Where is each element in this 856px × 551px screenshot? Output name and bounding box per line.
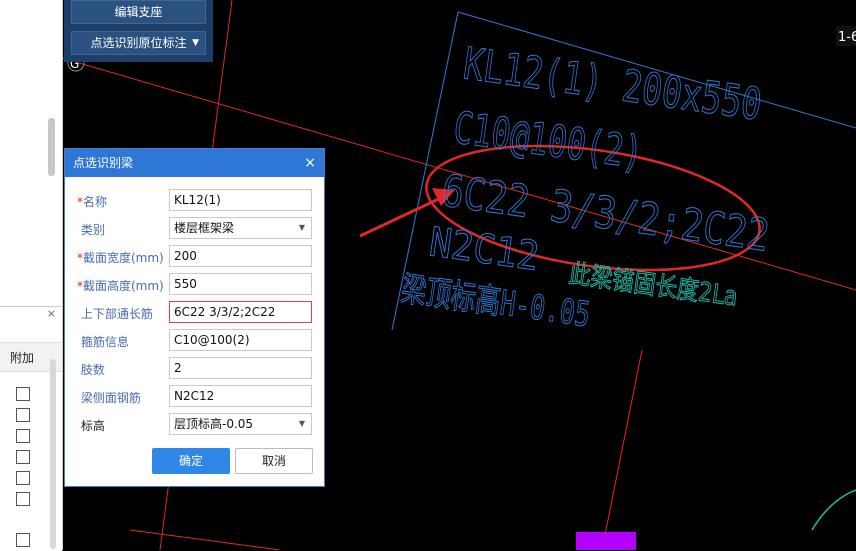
extra-checkbox[interactable] xyxy=(16,387,30,401)
pick-recognize-annotation-button[interactable]: 点选识别原位标注 ▼ xyxy=(71,31,206,55)
field-row-stirrup: 箍筋信息 C10@100(2) xyxy=(65,329,326,353)
dropdown-arrow-icon: ▼ xyxy=(298,419,305,428)
properties-panel: × 附加 xyxy=(0,306,62,551)
cad-label-side-rebar: N2C12 xyxy=(427,219,542,280)
field-label: *截面宽度(mm) xyxy=(77,251,164,265)
field-label: 标高 xyxy=(80,419,105,433)
cad-note-anchor: 此梁锚固长度2La xyxy=(567,259,740,312)
field-label: 梁侧面钢筋 xyxy=(80,391,141,405)
properties-panel-scrollbar[interactable] xyxy=(50,359,56,549)
field-row-height: *截面高度(mm) 550 xyxy=(65,273,326,297)
through-rebar-input[interactable]: 6C22 3/3/2;2C22 xyxy=(169,301,312,323)
field-label: 类别 xyxy=(80,223,105,237)
extra-checkbox[interactable] xyxy=(16,533,30,547)
field-label: *截面高度(mm) xyxy=(77,279,164,293)
grid-axis-right-label: 1-6 xyxy=(838,30,856,45)
field-row-name: *名称 KL12(1) xyxy=(65,189,326,213)
name-input[interactable]: KL12(1) xyxy=(169,189,312,211)
properties-panel-close-icon[interactable]: × xyxy=(47,307,56,320)
field-row-side-rebar: 梁侧面钢筋 N2C12 xyxy=(65,385,326,409)
teal-curve xyxy=(811,489,856,531)
extra-checkbox[interactable] xyxy=(16,429,30,443)
left-panel-scrollbar[interactable] xyxy=(48,118,55,176)
dialog-title: 点选识别梁 xyxy=(73,156,134,170)
field-label: *名称 xyxy=(77,195,108,209)
cad-label-elevation: 梁顶标高H-0.05 xyxy=(399,269,593,335)
field-row-through-rebar: 上下部通长筋 6C22 3/3/2;2C22 xyxy=(65,301,326,325)
extra-checkbox[interactable] xyxy=(16,450,30,464)
field-label: 肢数 xyxy=(80,363,105,377)
dialog-title-bar[interactable]: 点选识别梁 × xyxy=(65,149,324,177)
side-rebar-input[interactable]: N2C12 xyxy=(169,385,312,407)
stirrup-input[interactable]: C10@100(2) xyxy=(169,329,312,351)
field-row-width: *截面宽度(mm) 200 xyxy=(65,245,326,269)
section-width-input[interactable]: 200 xyxy=(169,245,312,267)
field-row-elevation: 标高 层顶标高-0.05 ▼ xyxy=(65,413,326,437)
magenta-element xyxy=(576,532,636,550)
edit-support-button[interactable]: 编辑支座 xyxy=(71,0,206,24)
column-header-extra: 附加 xyxy=(10,351,35,365)
ok-button[interactable]: 确定 xyxy=(152,448,230,474)
grid-line-bottom xyxy=(129,529,281,550)
extra-checkbox[interactable] xyxy=(16,408,30,422)
extra-checkbox[interactable] xyxy=(16,492,30,506)
pick-recognize-label: 点选识别原位标注 xyxy=(90,36,187,50)
edit-support-label: 编辑支座 xyxy=(114,5,163,19)
section-height-input[interactable]: 550 xyxy=(169,273,312,295)
pick-recognize-beam-dialog: 点选识别梁 × *名称 KL12(1) 类别 楼层框架梁 ▼ *截面宽度(mm) … xyxy=(64,148,325,487)
legs-input[interactable]: 2 xyxy=(169,357,312,379)
dialog-close-icon[interactable]: × xyxy=(304,149,316,177)
field-row-category: 类别 楼层框架梁 ▼ xyxy=(65,217,326,241)
cad-label-stirrup: C10@100(2) xyxy=(450,102,645,179)
extra-checkbox[interactable] xyxy=(16,471,30,485)
field-label: 箍筋信息 xyxy=(80,335,129,349)
chevron-down-icon[interactable]: ▼ xyxy=(192,32,199,54)
category-select[interactable]: 楼层框架梁 ▼ xyxy=(169,217,312,239)
floating-toolbox: 编辑支座 点选识别原位标注 ▼ xyxy=(64,0,213,62)
elevation-select[interactable]: 层顶标高-0.05 ▼ xyxy=(169,413,312,435)
cancel-button[interactable]: 取消 xyxy=(235,448,313,474)
dropdown-arrow-icon: ▼ xyxy=(298,223,305,232)
field-row-legs: 肢数 2 xyxy=(65,357,326,381)
field-label: 上下部通长筋 xyxy=(80,307,153,321)
grid-line-right xyxy=(601,349,643,550)
